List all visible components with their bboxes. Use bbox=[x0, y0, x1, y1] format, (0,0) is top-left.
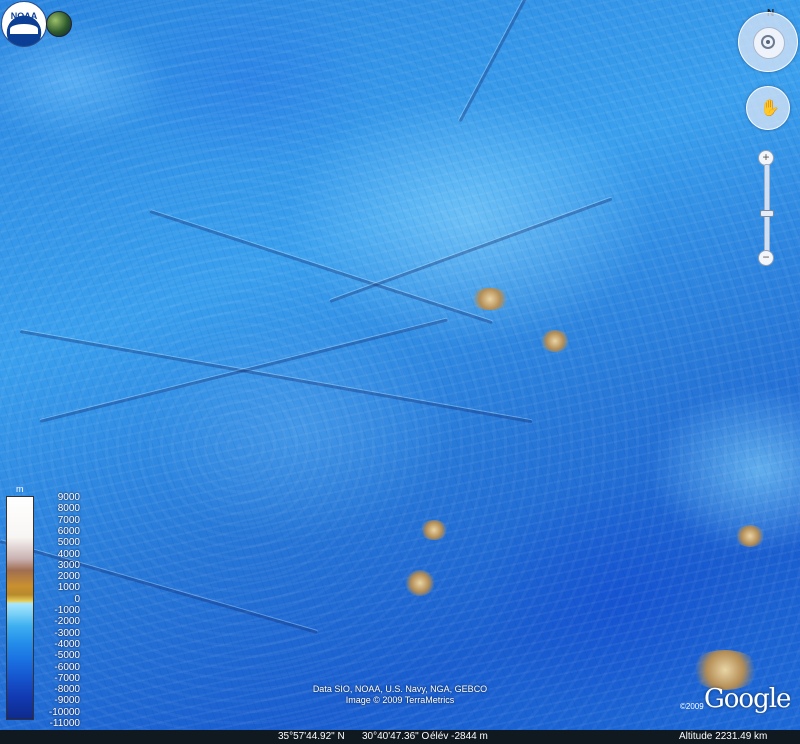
legend-tick: 0 bbox=[74, 593, 80, 605]
legend-tick: -10000 bbox=[48, 706, 80, 718]
legend-tick: -4000 bbox=[54, 638, 80, 650]
legend-color-bar bbox=[6, 496, 34, 720]
legend-tick: -1000 bbox=[54, 605, 80, 616]
legend-tick: -7000 bbox=[54, 672, 80, 684]
legend-tick: 4000 bbox=[57, 548, 80, 560]
status-longitude: 30°40'47.36" O bbox=[362, 731, 430, 742]
noaa-logo: NOAA bbox=[1, 1, 47, 47]
legend-tick: -2000 bbox=[54, 616, 80, 628]
legend-unit: m bbox=[16, 484, 24, 494]
legend-tick: -11000 bbox=[49, 718, 80, 729]
island bbox=[420, 520, 448, 540]
legend-tick: 5000 bbox=[57, 537, 80, 549]
island bbox=[405, 570, 435, 596]
island bbox=[470, 288, 510, 310]
legend-tick: 8000 bbox=[57, 503, 80, 515]
status-latitude: 35°57'44.92" N bbox=[278, 731, 345, 742]
zoom-slider[interactable]: + − bbox=[758, 150, 774, 268]
data-credit: Data SIO, NOAA, U.S. Navy, NGA, GEBCO bbox=[312, 684, 488, 694]
legend-tick: 7000 bbox=[57, 514, 80, 526]
legend-tick: -3000 bbox=[54, 627, 80, 639]
legend-tick: 1000 bbox=[57, 582, 80, 594]
legend-tick: -8000 bbox=[54, 684, 80, 696]
google-logo: Google bbox=[704, 684, 791, 714]
elevation-legend: m 9000 8000 7000 6000 5000 4000 3000 2000 1000 0-… bbox=[4, 484, 80, 734]
noaa-bird-shape bbox=[10, 24, 38, 34]
noaa-logo-text: NOAA bbox=[10, 11, 38, 21]
eye-pupil-icon bbox=[766, 40, 770, 44]
legend-tick: 2000 bbox=[57, 571, 80, 583]
globe-icon[interactable] bbox=[46, 11, 72, 37]
zoom-thumb[interactable] bbox=[760, 210, 774, 218]
legend-tick: 3000 bbox=[57, 559, 80, 571]
look-control[interactable] bbox=[738, 12, 798, 72]
move-control[interactable]: ✋ bbox=[746, 86, 790, 130]
legend-tick: -5000 bbox=[54, 650, 80, 662]
island bbox=[540, 330, 570, 352]
move-control-icon: ✋ bbox=[760, 100, 780, 117]
status-altitude: Altitude 2231.49 km bbox=[679, 731, 768, 742]
attribution: Data SIO, NOAA, U.S. Navy, NGA, GEBCO Im… bbox=[300, 684, 500, 706]
seafloor-texture bbox=[0, 0, 800, 744]
google-copyright-year: ©2009 bbox=[680, 702, 704, 711]
legend-tick: 6000 bbox=[57, 525, 80, 537]
map-view[interactable] bbox=[0, 0, 800, 744]
status-bar: 35°57'44.92" N 30°40'47.36" O élév -2844… bbox=[0, 730, 800, 744]
legend-tick: -9000 bbox=[54, 695, 80, 707]
legend-tick: 9000 bbox=[57, 492, 80, 503]
zoom-out-icon[interactable]: − bbox=[758, 250, 774, 266]
status-elevation: élév -2844 m bbox=[430, 731, 488, 742]
island bbox=[735, 525, 765, 547]
legend-tick: -6000 bbox=[54, 661, 80, 673]
image-credit: Image © 2009 TerraMetrics bbox=[345, 695, 455, 705]
